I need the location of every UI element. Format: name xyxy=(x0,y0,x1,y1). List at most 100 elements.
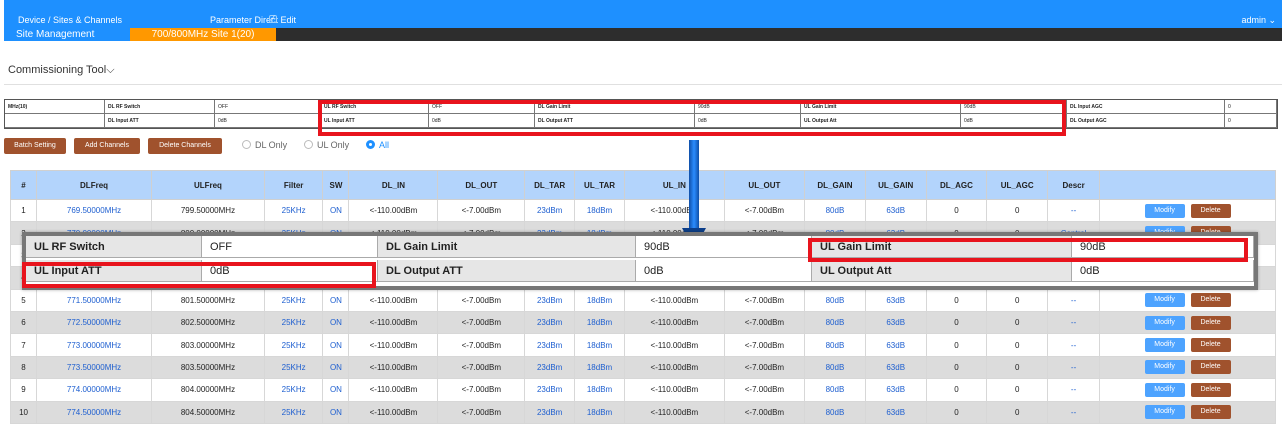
table-cell[interactable]: 63dB xyxy=(864,198,927,223)
delete-button[interactable]: Delete xyxy=(1190,315,1231,330)
delete-button[interactable]: Delete xyxy=(1190,382,1231,397)
table-cell[interactable]: 25KHz xyxy=(263,333,324,357)
table-cell[interactable]: 80dB xyxy=(804,400,866,424)
parameter-value[interactable]: 0 xyxy=(1225,100,1277,114)
radio-all[interactable]: All xyxy=(366,140,389,150)
column-header: DL_TAR xyxy=(524,170,576,200)
delete-button[interactable]: Delete xyxy=(1190,360,1231,375)
modify-button[interactable]: Modify xyxy=(1144,405,1185,420)
table-cell[interactable]: ON xyxy=(322,288,350,312)
table-cell[interactable]: 773.00000MHz xyxy=(36,333,153,357)
tab-site[interactable]: 700/800MHz Site 1(20) xyxy=(130,28,276,41)
modify-button[interactable]: Modify xyxy=(1144,338,1185,353)
delete-button[interactable]: Delete xyxy=(1190,338,1231,353)
zoom-parameter-value[interactable]: OFF xyxy=(202,236,378,258)
channel-table: # DLFreq ULFreq Filter SW DL_IN DL_OUT DL_TAR UL… xyxy=(9,170,1276,424)
breadcrumb[interactable]: Device / Sites & Channels xyxy=(18,15,122,25)
table-cell: 8 xyxy=(9,355,38,380)
radio-ul-only[interactable]: UL Only xyxy=(304,140,349,150)
table-cell[interactable]: 771.50000MHz xyxy=(36,288,153,312)
add-channels-button[interactable]: Add Channels xyxy=(74,138,140,154)
table-cell[interactable]: 25KHz xyxy=(263,310,324,335)
table-cell[interactable]: 25KHz xyxy=(263,400,324,424)
parameter-value[interactable]: 0 xyxy=(1225,114,1277,128)
table-cell: 0 xyxy=(925,378,988,402)
table-cell[interactable]: 769.50000MHz xyxy=(36,198,153,223)
zoom-parameter-label: UL Output Att xyxy=(812,260,1072,282)
parameter-direct-edit-checkbox[interactable]: ✓ xyxy=(269,15,277,23)
table-cell: <-7.00dBm xyxy=(437,378,526,402)
table-cell[interactable]: 25KHz xyxy=(263,198,324,223)
table-cell[interactable]: 63dB xyxy=(864,310,927,335)
highlight-box xyxy=(318,100,1066,136)
table-cell[interactable]: ON xyxy=(322,378,350,402)
delete-button[interactable]: Delete xyxy=(1190,405,1231,420)
table-cell[interactable]: 63dB xyxy=(864,378,927,402)
table-cell[interactable]: 25KHz xyxy=(263,355,324,380)
table-cell[interactable]: 80dB xyxy=(804,288,866,312)
table-cell[interactable]: 25KHz xyxy=(263,378,324,402)
table-row: 10 774.50000MHz 804.50000MHz 25KHz ON <-110.0… xyxy=(9,400,1276,424)
table-cell: -- xyxy=(1047,310,1101,335)
modify-button[interactable]: Modify xyxy=(1144,382,1185,397)
table-cell: 0 xyxy=(986,198,1049,223)
parameter-label: DL Input AGC xyxy=(1067,100,1225,114)
divider xyxy=(4,84,1282,85)
table-cell[interactable]: 80dB xyxy=(804,333,866,357)
modify-button[interactable]: Modify xyxy=(1144,360,1185,375)
table-cell: <-110.00dBm xyxy=(623,378,725,402)
batch-setting-button[interactable]: Batch Setting xyxy=(4,138,66,154)
radio-dl-only[interactable]: DL Only xyxy=(242,140,287,150)
table-cell: <-7.00dBm xyxy=(437,310,526,335)
parameter-value[interactable]: 0dB xyxy=(215,114,321,128)
table-cell[interactable]: 772.50000MHz xyxy=(36,310,153,335)
zoom-parameter-value[interactable]: 0dB xyxy=(1072,260,1254,282)
table-cell: 23dBm xyxy=(524,355,576,380)
table-cell[interactable]: 773.50000MHz xyxy=(36,355,153,380)
delete-button[interactable]: Delete xyxy=(1190,293,1231,308)
table-cell[interactable]: 63dB xyxy=(864,288,927,312)
modify-button[interactable]: Modify xyxy=(1144,203,1185,218)
table-cell: <-7.00dBm xyxy=(723,355,806,380)
table-cell: <-110.00dBm xyxy=(348,310,439,335)
modify-button[interactable]: Modify xyxy=(1144,315,1185,330)
table-cell[interactable]: ON xyxy=(322,333,350,357)
table-cell[interactable]: ON xyxy=(322,355,350,380)
delete-channels-button[interactable]: Delete Channels xyxy=(148,138,222,154)
table-cell: 0 xyxy=(986,355,1049,380)
parameter-value[interactable]: OFF xyxy=(215,100,321,114)
delete-button[interactable]: Delete xyxy=(1190,203,1231,218)
user-menu[interactable]: admin ⌄ xyxy=(1241,15,1276,26)
table-cell: 0 xyxy=(925,288,988,312)
table-cell[interactable]: 63dB xyxy=(864,400,927,424)
column-header: UL_AGC xyxy=(986,170,1049,200)
row-actions: Modify Delete xyxy=(1099,400,1276,424)
table-cell[interactable]: 63dB xyxy=(864,355,927,380)
top-bar: Device / Sites & Channels Parameter Dire… xyxy=(4,0,1282,28)
table-row: 8 773.50000MHz 803.50000MHz 25KHz ON <-110.00… xyxy=(9,355,1276,380)
table-cell[interactable]: 25KHz xyxy=(263,288,324,312)
modify-button[interactable]: Modify xyxy=(1144,293,1185,308)
table-row: 1 769.50000MHz 799.50000MHz 25KHz ON <-110.00… xyxy=(9,198,1276,223)
zoom-parameter-value[interactable]: 0dB xyxy=(636,260,812,282)
table-cell[interactable]: 774.00000MHz xyxy=(36,378,153,402)
table-cell[interactable]: 63dB xyxy=(864,333,927,357)
table-cell[interactable]: ON xyxy=(322,310,350,335)
commissioning-tool-dropdown[interactable]: Commissioning Tool⌵ xyxy=(8,64,115,77)
table-cell: 0 xyxy=(986,310,1049,335)
zoom-parameter-value[interactable]: 90dB xyxy=(636,236,812,258)
row-actions: Modify Delete xyxy=(1099,333,1276,357)
table-cell[interactable]: ON xyxy=(322,198,350,223)
table-cell[interactable]: 80dB xyxy=(804,198,866,223)
table-cell: 6 xyxy=(9,310,38,335)
radio-label: UL Only xyxy=(317,140,350,150)
column-header: UL_OUT xyxy=(723,170,806,200)
table-cell[interactable]: 80dB xyxy=(804,355,866,380)
table-cell[interactable]: 774.50000MHz xyxy=(36,400,153,424)
table-cell[interactable]: 80dB xyxy=(804,310,866,335)
table-cell: <-110.00dBm xyxy=(623,400,725,424)
table-cell: 0 xyxy=(986,333,1049,357)
tab-site-management[interactable]: Site Management xyxy=(4,28,130,41)
table-cell[interactable]: ON xyxy=(322,400,350,424)
table-cell[interactable]: 80dB xyxy=(804,378,866,402)
